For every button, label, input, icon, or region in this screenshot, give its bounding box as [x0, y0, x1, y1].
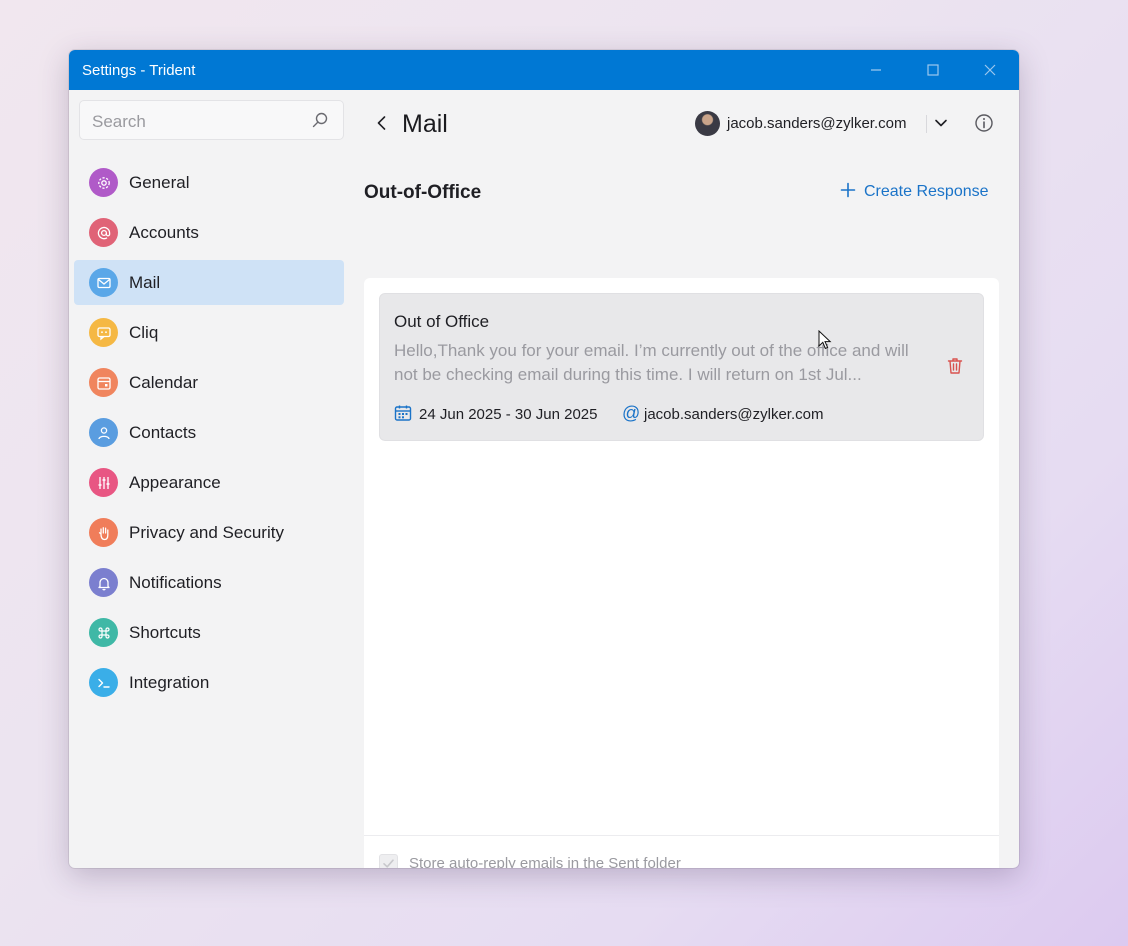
sidebar-item-label: General — [129, 173, 190, 192]
section-title: Out-of-Office — [364, 182, 482, 203]
sidebar-item-appearance[interactable]: Appearance — [74, 460, 344, 505]
sidebar-item-label: Privacy and Security — [129, 523, 284, 542]
back-button[interactable] — [372, 113, 392, 133]
sidebar-item-contacts[interactable]: Contacts — [74, 410, 344, 455]
info-icon[interactable] — [974, 113, 994, 133]
calendar-icon — [394, 405, 412, 421]
terminal-icon — [89, 668, 118, 697]
sidebar-item-label: Notifications — [129, 573, 222, 592]
response-dates: 24 Jun 2025 - 30 Jun 2025 — [419, 406, 598, 423]
maximize-icon — [927, 64, 939, 76]
delete-icon[interactable] — [945, 356, 965, 376]
hand-icon — [89, 518, 118, 547]
response-card[interactable]: Out of Office Hello,Thank you for your e… — [379, 293, 984, 441]
sidebar-item-integration[interactable]: Integration — [74, 660, 344, 705]
store-sent-checkbox[interactable] — [379, 854, 398, 868]
close-button[interactable] — [978, 58, 1002, 82]
minimize-icon — [871, 69, 881, 71]
plus-icon — [840, 182, 856, 198]
sidebar-item-label: Contacts — [129, 423, 197, 442]
sidebar-item-shortcuts[interactable]: Shortcuts — [74, 610, 344, 655]
gear-icon — [89, 168, 118, 197]
checkmark-icon — [383, 859, 394, 868]
sidebar-item-label: Accounts — [129, 223, 199, 242]
sidebar-item-label: Mail — [129, 273, 161, 292]
responses-panel: Out of Office Hello,Thank you for your e… — [364, 278, 999, 868]
close-icon — [984, 64, 996, 76]
minimize-button[interactable] — [864, 58, 888, 82]
response-body: Hello,Thank you for your email. I’m curr… — [394, 341, 909, 384]
account-divider — [926, 115, 927, 133]
title-bar: Settings - Trident — [69, 50, 1019, 90]
maximize-button[interactable] — [921, 58, 945, 82]
sidebar-item-general[interactable]: General — [74, 160, 344, 205]
sidebar-item-accounts[interactable]: Accounts — [74, 210, 344, 255]
sidebar-item-notifications[interactable]: Notifications — [74, 560, 344, 605]
chat-icon — [89, 318, 118, 347]
mouse-cursor-icon — [818, 330, 832, 350]
page-title: Mail — [402, 110, 448, 138]
response-email: jacob.sanders@zylker.com — [644, 406, 824, 423]
sidebar-item-label: Calendar — [129, 373, 198, 392]
sidebar-item-label: Shortcuts — [129, 623, 201, 642]
sidebar-item-mail[interactable]: Mail — [74, 260, 344, 305]
at-icon — [89, 218, 118, 247]
sidebar-item-calendar[interactable]: Calendar — [74, 360, 344, 405]
avatar — [695, 111, 720, 136]
sidebar-item-label: Integration — [129, 673, 210, 692]
store-sent-label: Store auto-reply emails in the Sent fold… — [409, 855, 681, 868]
main-panel: Mail jacob.sanders@zylker.com Out-of-Off… — [354, 90, 1019, 868]
command-icon — [89, 618, 118, 647]
create-response-label: Create Response — [864, 183, 989, 200]
panel-footer: Store auto-reply emails in the Sent fold… — [364, 835, 999, 868]
sidebar-item-label: Appearance — [129, 473, 221, 492]
search-placeholder: Search — [92, 112, 146, 131]
account-email: jacob.sanders@zylker.com — [727, 115, 907, 132]
at-icon: @ — [622, 403, 641, 423]
sidebar-item-label: Cliq — [129, 323, 159, 342]
sidebar: Search General Accounts Mail Cliq Calendar Co… — [69, 90, 354, 868]
mail-icon — [89, 268, 118, 297]
window-title: Settings - Trident — [82, 62, 196, 79]
settings-window: Settings - Trident Search General Account… — [69, 50, 1019, 868]
sidebar-item-privacy-and-security[interactable]: Privacy and Security — [74, 510, 344, 555]
calendar-icon — [89, 368, 118, 397]
bell-icon — [89, 568, 118, 597]
search-icon — [312, 112, 328, 128]
response-title: Out of Office — [394, 312, 490, 331]
search-input[interactable]: Search — [79, 100, 344, 140]
sidebar-item-cliq[interactable]: Cliq — [74, 310, 344, 355]
settings-nav: General Accounts Mail Cliq Calendar Contacts A… — [74, 160, 344, 710]
person-icon — [89, 418, 118, 447]
chevron-down-icon[interactable] — [932, 114, 950, 132]
sliders-icon — [89, 468, 118, 497]
